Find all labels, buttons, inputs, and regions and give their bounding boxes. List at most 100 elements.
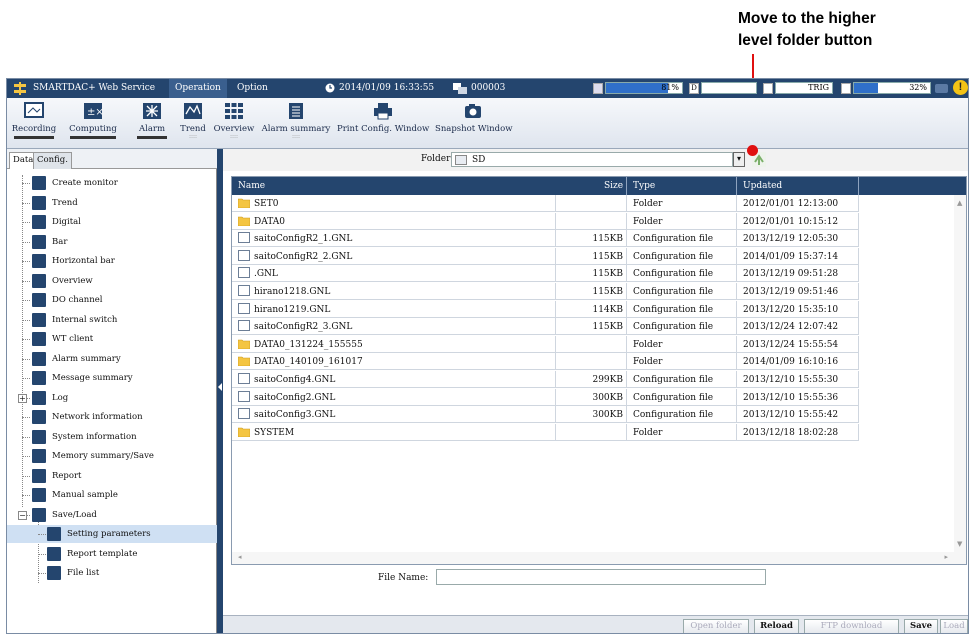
header-size[interactable]: Size bbox=[604, 181, 623, 191]
table-row[interactable]: hirano1218.GNL 115KB Configuration file … bbox=[232, 283, 859, 300]
tree-item[interactable]: Network information bbox=[7, 408, 217, 426]
row-size: 115KB bbox=[592, 269, 623, 280]
table-row[interactable]: hirano1219.GNL 114KB Configuration file … bbox=[232, 300, 859, 318]
row-name: hirano1218.GNL bbox=[254, 287, 331, 297]
folder-dropdown-button[interactable]: ▾ bbox=[733, 152, 745, 167]
tree-branch bbox=[22, 339, 30, 340]
tree-item[interactable]: Trend bbox=[7, 194, 217, 212]
alert-icon[interactable]: ! bbox=[953, 80, 968, 95]
app-title: SMARTDAC+ Web Service bbox=[33, 83, 156, 93]
table-row[interactable]: SET0 Folder 2012/01/01 12:13:00 bbox=[232, 195, 859, 212]
app-window: SMARTDAC+ Web Service Operation Option 2… bbox=[6, 78, 969, 634]
table-row[interactable]: saitoConfigR2_3.GNL 115KB Configuration … bbox=[232, 318, 859, 336]
print-config-window-button[interactable]: Print Config. Window bbox=[337, 102, 429, 134]
table-row[interactable]: saitoConfig3.GNL 300KB Configuration fil… bbox=[232, 406, 859, 424]
computing-button[interactable]: ±× Computing bbox=[65, 102, 121, 139]
load-button[interactable]: Load bbox=[940, 619, 968, 633]
table-row[interactable]: saitoConfigR2_1.GNL 115KB Configuration … bbox=[232, 230, 859, 248]
vertical-scrollbar[interactable]: ▲ ▼ bbox=[954, 195, 966, 564]
callout-line2: level folder button bbox=[738, 32, 873, 49]
trend-button[interactable]: Trend :::: bbox=[179, 102, 207, 140]
tree-item[interactable]: Horizontal bar bbox=[7, 252, 217, 270]
row-type: Folder bbox=[633, 427, 663, 438]
tree-item[interactable]: + Log bbox=[7, 389, 217, 407]
recording-button[interactable]: Recording bbox=[10, 102, 58, 139]
tree-branch bbox=[22, 183, 30, 184]
header-type[interactable]: Type bbox=[633, 181, 655, 191]
file-icon bbox=[238, 285, 250, 296]
tree-item[interactable]: Memory summary/Save bbox=[7, 447, 217, 465]
tree-item[interactable]: Message summary bbox=[7, 369, 217, 387]
table-row[interactable]: DATA0 Folder 2012/01/01 10:15:12 bbox=[232, 212, 859, 230]
tree-item[interactable]: Manual sample bbox=[7, 486, 217, 504]
tree-item[interactable]: Bar bbox=[7, 233, 217, 251]
memory-icon bbox=[593, 83, 603, 94]
table-row[interactable]: DATA0_131224_155555 Folder 2013/12/24 15… bbox=[232, 335, 859, 353]
alarm-summary-button[interactable]: Alarm summary :::: bbox=[261, 102, 331, 140]
ftp-download-button[interactable]: FTP download bbox=[804, 619, 899, 633]
tree-item[interactable]: Alarm summary bbox=[7, 350, 217, 368]
overview-button[interactable]: Overview :::: bbox=[212, 102, 256, 140]
trig-label: TRIG bbox=[808, 83, 829, 92]
alarm-status-bar bbox=[137, 136, 167, 139]
menu-option[interactable]: Option bbox=[237, 83, 268, 93]
tree-branch bbox=[22, 222, 30, 223]
file-name-input[interactable] bbox=[436, 569, 766, 585]
tree-item[interactable]: WT client bbox=[7, 330, 217, 348]
header-name[interactable]: Name bbox=[238, 181, 265, 191]
horizontal-bar-icon bbox=[32, 254, 46, 268]
row-type: Configuration file bbox=[633, 392, 714, 403]
folder-icon bbox=[238, 339, 250, 349]
row-updated: 2012/01/01 10:15:12 bbox=[743, 216, 839, 227]
row-size: 300KB bbox=[592, 392, 623, 403]
table-row[interactable]: DATA0_140109_161017 Folder 2014/01/09 16… bbox=[232, 353, 859, 371]
tree-item[interactable]: − Save/Load bbox=[7, 506, 217, 524]
tree-expander-icon[interactable]: + bbox=[18, 393, 27, 403]
table-row[interactable]: saitoConfigR2_2.GNL 115KB Configuration … bbox=[232, 247, 859, 265]
open-folder-button[interactable]: Open folder bbox=[683, 619, 749, 633]
menu-operation[interactable]: Operation bbox=[169, 79, 227, 98]
tree-branch bbox=[22, 319, 30, 321]
tree-expander-icon[interactable]: − bbox=[18, 510, 27, 520]
file-icon bbox=[238, 373, 250, 384]
table-row[interactable]: SYSTEM Folder 2013/12/18 18:02:28 bbox=[232, 423, 859, 441]
tree-item[interactable]: Internal switch bbox=[7, 311, 217, 329]
folder-select[interactable]: SD bbox=[451, 152, 733, 167]
table-row[interactable]: saitoConfig4.GNL 299KB Configuration fil… bbox=[232, 371, 859, 388]
tab-config[interactable]: Config. bbox=[33, 152, 72, 169]
tree-item[interactable]: Report bbox=[7, 467, 217, 485]
tree-item[interactable]: Overview bbox=[7, 272, 217, 290]
tree-item[interactable]: File list bbox=[7, 564, 217, 582]
trig-doc-icon bbox=[763, 83, 773, 94]
row-updated: 2013/12/24 15:55:54 bbox=[743, 339, 839, 350]
snapshot-window-button[interactable]: Snapshot Window bbox=[435, 102, 513, 134]
tree-item[interactable]: DO channel bbox=[7, 291, 217, 309]
tree-item[interactable]: Setting parameters bbox=[7, 525, 217, 543]
mail-icon bbox=[935, 84, 948, 93]
datetime: 2014/01/09 16:33:55 bbox=[339, 83, 435, 93]
row-name: saitoConfig3.GNL bbox=[254, 410, 336, 421]
alarm-button[interactable]: Alarm bbox=[132, 102, 172, 139]
reload-button[interactable]: Reload bbox=[754, 619, 799, 633]
row-updated: 2012/01/01 12:13:00 bbox=[743, 199, 839, 209]
computing-status-bar bbox=[70, 136, 116, 139]
save-button[interactable]: Save bbox=[904, 619, 938, 633]
header-updated[interactable]: Updated bbox=[743, 181, 782, 191]
svg-text:±×: ±× bbox=[87, 107, 103, 118]
tree-item[interactable]: System information bbox=[7, 428, 217, 446]
manual-sample-icon bbox=[32, 488, 46, 502]
table-row[interactable]: .GNL 115KB Configuration file 2013/12/19… bbox=[232, 265, 859, 283]
device-icon bbox=[453, 83, 467, 94]
tree-item[interactable]: Digital bbox=[7, 213, 217, 231]
tree-item[interactable]: Create monitor bbox=[7, 174, 217, 192]
tree-branch bbox=[38, 534, 46, 535]
alarm-summary-icon bbox=[32, 351, 46, 366]
collapse-arrow-icon[interactable] bbox=[218, 383, 222, 391]
tree-item-label: Overview bbox=[52, 275, 93, 286]
tree-branch bbox=[22, 202, 30, 204]
table-row[interactable]: saitoConfig2.GNL 300KB Configuration fil… bbox=[232, 388, 859, 406]
horizontal-scrollbar[interactable]: ◂ ▸ bbox=[232, 552, 954, 564]
tree-item[interactable]: Report template bbox=[7, 545, 217, 563]
tree-item-label: Report template bbox=[67, 548, 138, 559]
row-name: SET0 bbox=[254, 199, 279, 209]
